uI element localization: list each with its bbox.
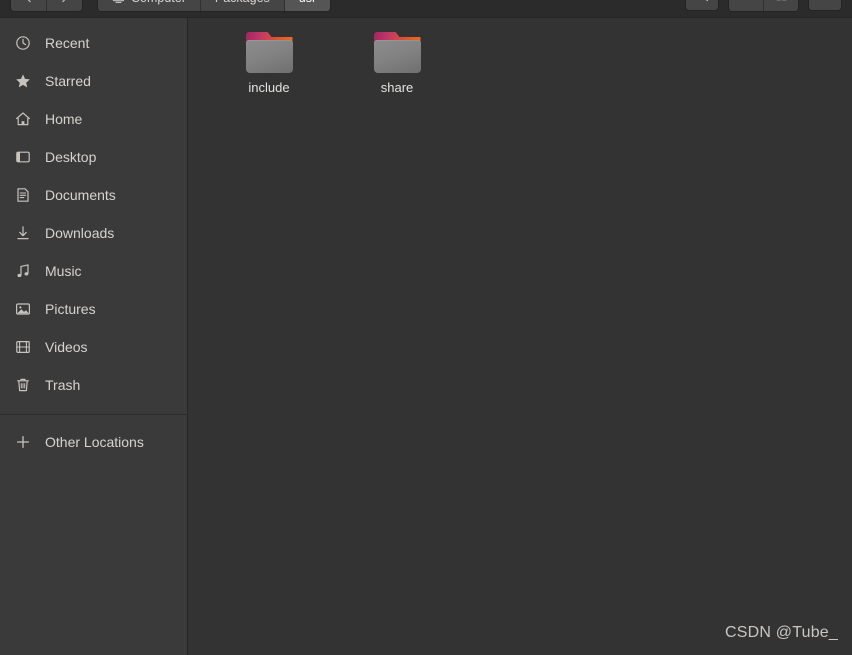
sidebar-item-label: Other Locations bbox=[45, 434, 144, 450]
search-button[interactable] bbox=[685, 0, 719, 11]
desktop-icon bbox=[14, 149, 31, 166]
sidebar-item-starred[interactable]: Starred bbox=[0, 62, 187, 100]
header-bar: Computer Packages usr bbox=[0, 0, 852, 18]
file-item-include[interactable]: include bbox=[205, 22, 333, 95]
grid-view-button[interactable] bbox=[764, 0, 798, 11]
breadcrumb-label: Packages bbox=[215, 0, 270, 5]
breadcrumb-item-packages[interactable]: Packages bbox=[200, 0, 285, 11]
breadcrumb-label: Computer bbox=[131, 0, 186, 5]
sidebar-item-videos[interactable]: Videos bbox=[0, 328, 187, 366]
file-label: share bbox=[380, 80, 414, 95]
file-label: include bbox=[248, 80, 290, 95]
sidebar-item-desktop[interactable]: Desktop bbox=[0, 138, 187, 176]
list-view-icon bbox=[740, 0, 753, 7]
back-button[interactable] bbox=[11, 0, 47, 11]
view-toggle-group bbox=[728, 0, 799, 12]
plus-icon bbox=[14, 434, 31, 451]
breadcrumb-item-computer[interactable]: Computer bbox=[98, 0, 201, 11]
clock-icon bbox=[14, 35, 31, 52]
chevron-left-icon bbox=[22, 0, 35, 4]
home-icon bbox=[14, 111, 31, 128]
sidebar-item-recent[interactable]: Recent bbox=[0, 24, 187, 62]
search-icon bbox=[695, 0, 709, 7]
sidebar-item-pictures[interactable]: Pictures bbox=[0, 290, 187, 328]
download-icon bbox=[14, 225, 31, 242]
forward-button[interactable] bbox=[47, 0, 82, 11]
music-note-icon bbox=[14, 263, 31, 280]
sidebar-item-label: Desktop bbox=[45, 149, 97, 165]
chevron-right-icon bbox=[58, 0, 71, 4]
grid-view-icon bbox=[775, 0, 788, 7]
header-left-group: Computer Packages usr bbox=[10, 0, 332, 12]
sidebar-item-label: Documents bbox=[45, 187, 116, 203]
folder-icon bbox=[245, 32, 293, 73]
folder-body bbox=[373, 40, 421, 73]
sidebar-item-trash[interactable]: Trash bbox=[0, 366, 187, 404]
menu-button[interactable] bbox=[808, 0, 842, 11]
sidebar-item-label: Trash bbox=[45, 377, 81, 393]
star-icon bbox=[14, 73, 31, 90]
file-view[interactable]: include share CSDN @Tube_ bbox=[189, 18, 852, 655]
sidebar-item-label: Pictures bbox=[45, 301, 96, 317]
breadcrumb-label: usr bbox=[299, 0, 316, 5]
video-film-icon bbox=[14, 339, 31, 356]
sidebar-item-label: Videos bbox=[45, 339, 88, 355]
folder-body bbox=[245, 40, 293, 73]
sidebar-item-home[interactable]: Home bbox=[0, 100, 187, 138]
breadcrumb: Computer Packages usr bbox=[97, 0, 332, 12]
sidebar-item-label: Music bbox=[45, 263, 82, 279]
computer-icon bbox=[112, 0, 125, 4]
sidebar-item-label: Downloads bbox=[45, 225, 115, 241]
file-item-share[interactable]: share bbox=[333, 22, 461, 95]
sidebar-separator bbox=[0, 414, 187, 415]
folder-icon bbox=[373, 32, 421, 73]
hamburger-menu-icon bbox=[819, 0, 832, 7]
sidebar: Recent Starred Home Desktop Documents Do… bbox=[0, 18, 188, 655]
list-view-button[interactable] bbox=[729, 0, 764, 11]
watermark: CSDN @Tube_ bbox=[725, 624, 838, 641]
header-right-group bbox=[685, 0, 842, 12]
sidebar-item-label: Starred bbox=[45, 73, 91, 89]
sidebar-item-music[interactable]: Music bbox=[0, 252, 187, 290]
icon-grid: include share bbox=[205, 22, 461, 95]
trash-icon bbox=[14, 377, 31, 394]
files-window: Computer Packages usr bbox=[0, 0, 852, 655]
sidebar-item-other-locations[interactable]: Other Locations bbox=[0, 423, 187, 461]
documents-icon bbox=[14, 187, 31, 204]
sidebar-item-label: Recent bbox=[45, 35, 90, 51]
pictures-icon bbox=[14, 301, 31, 318]
sidebar-item-downloads[interactable]: Downloads bbox=[0, 214, 187, 252]
sidebar-item-documents[interactable]: Documents bbox=[0, 176, 187, 214]
navigation-button-group bbox=[10, 0, 83, 12]
breadcrumb-item-usr[interactable]: usr bbox=[284, 0, 331, 11]
sidebar-item-label: Home bbox=[45, 111, 83, 127]
